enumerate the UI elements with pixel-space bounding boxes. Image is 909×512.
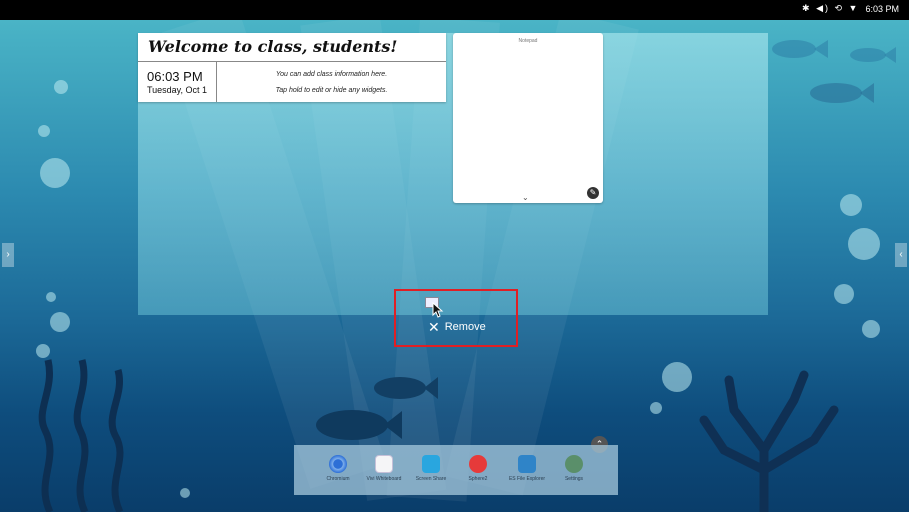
divider: [216, 61, 217, 102]
fish-icon: [772, 40, 828, 58]
dock-label: Settings: [564, 476, 584, 482]
clock-time: 06:03 PM: [147, 69, 203, 84]
info-text: You can add class information here.: [275, 71, 388, 78]
settings-icon: [565, 455, 583, 473]
fish-icon: [810, 83, 874, 103]
chromium-icon: [329, 455, 347, 473]
fish-icon: [850, 47, 896, 63]
dock-label: Sphere2: [468, 476, 488, 482]
app-dock: Chromium Vivi Whiteboard Screen Share Sp…: [294, 445, 618, 495]
close-icon: ✕: [428, 318, 440, 335]
remove-label: Remove: [444, 321, 486, 333]
info-text: Tap hold to edit or hide any widgets.: [275, 87, 388, 94]
right-drawer-handle[interactable]: ‹: [895, 243, 907, 267]
status-bar: ✱ ◀) ⟲ ▼ 6:03 PM: [0, 0, 909, 20]
divider: [138, 61, 446, 62]
welcome-title: Welcome to class, students!: [148, 37, 398, 56]
dock-label: ES File Explorer: [508, 476, 546, 482]
dock-label: Vivi Whiteboard: [366, 476, 402, 482]
dock-item-es-file-explorer[interactable]: ES File Explorer: [502, 453, 552, 482]
dock-item-whiteboard[interactable]: Vivi Whiteboard: [359, 453, 409, 482]
left-drawer-handle[interactable]: ›: [2, 243, 14, 267]
fish-icon: [374, 377, 438, 399]
file-explorer-icon: [518, 455, 536, 473]
dock-label: Screen Share: [415, 476, 447, 482]
notepad-title: Notepad: [518, 38, 538, 44]
fish-icon: [316, 410, 402, 440]
dock-label: Chromium: [326, 476, 350, 482]
chevron-down-icon[interactable]: ⌄: [522, 193, 529, 202]
remove-drop-zone[interactable]: [394, 289, 518, 347]
edit-icon[interactable]: ✎: [587, 187, 599, 199]
sphere2-icon: [469, 455, 487, 473]
whiteboard-icon: [375, 455, 393, 473]
screen-share-icon: [422, 455, 440, 473]
dock-item-settings[interactable]: Settings: [549, 453, 599, 482]
notepad-widget[interactable]: Notepad ⌄ ✎: [453, 33, 603, 203]
dock-item-chromium[interactable]: Chromium: [313, 453, 363, 482]
dock-item-sphere2[interactable]: Sphere2: [453, 453, 503, 482]
status-area: ✱ ◀) ⟲ ▼ 6:03 PM: [802, 3, 899, 14]
status-icons: ✱ ◀) ⟲ ▼: [802, 3, 860, 13]
welcome-widget[interactable]: Welcome to class, students! 06:03 PM Tue…: [138, 33, 446, 102]
clock-date: Tuesday, Oct 1: [147, 85, 208, 95]
remove-button[interactable]: ✕ Remove: [428, 318, 486, 335]
seaweed-icon: [38, 359, 124, 512]
coral-icon: [699, 370, 839, 512]
status-time: 6:03 PM: [865, 3, 899, 14]
dock-item-screen-share[interactable]: Screen Share: [406, 453, 456, 482]
